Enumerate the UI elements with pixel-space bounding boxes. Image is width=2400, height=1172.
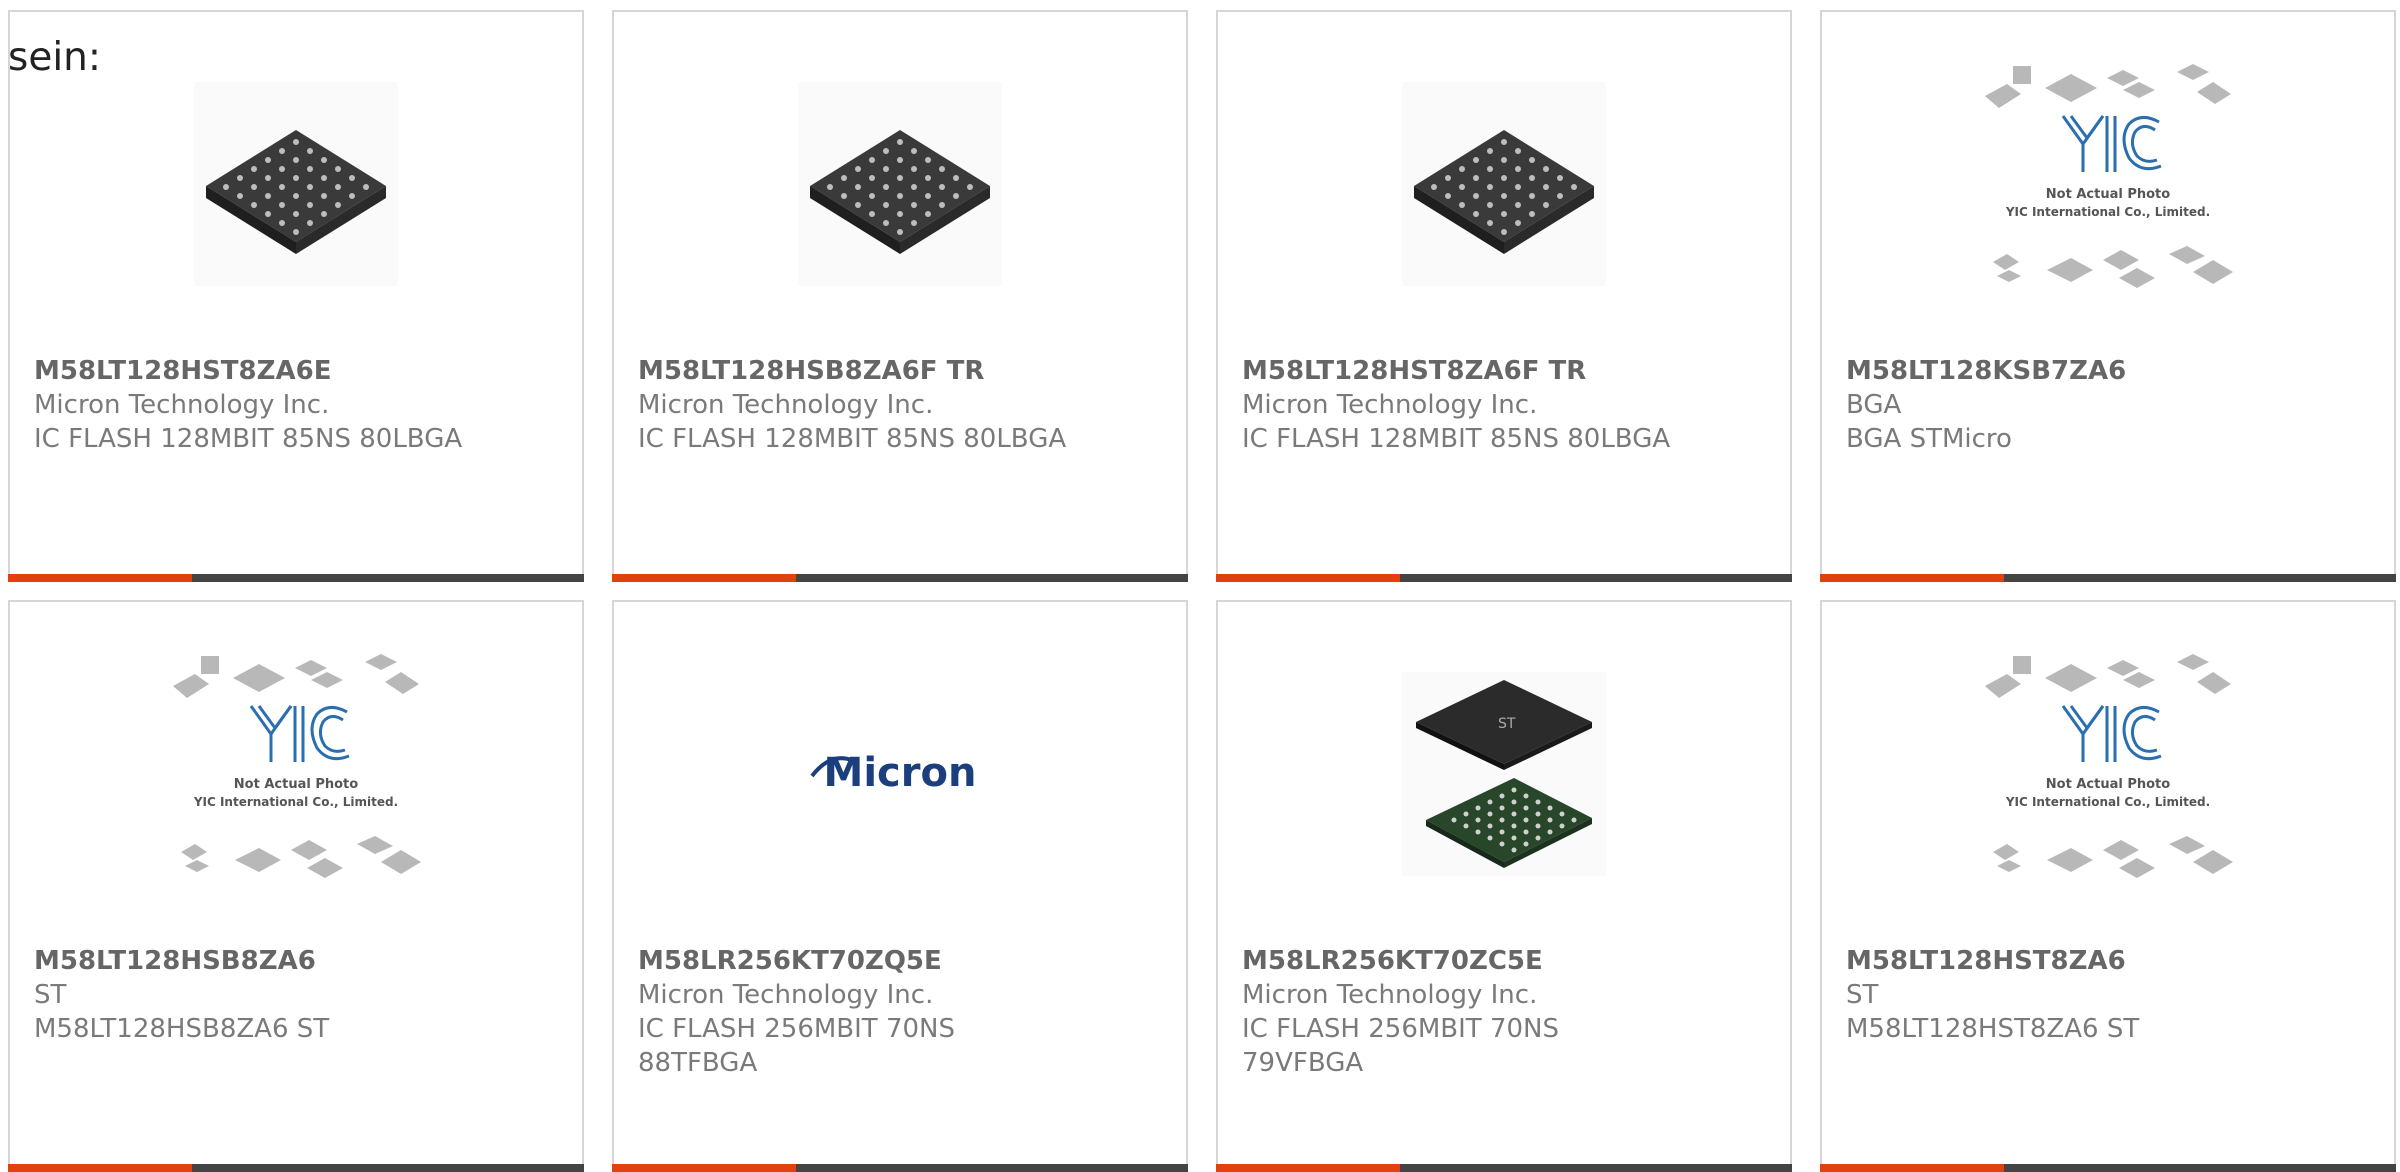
description-line2: 88TFBGA	[638, 1048, 758, 1078]
micron-logo-icon: Micron	[810, 750, 976, 796]
placeholder-company: YIC International Co., Limited.	[193, 795, 398, 809]
card-accent-bar	[8, 1164, 192, 1172]
part-number[interactable]: M58LT128HST8ZA6F TR	[1242, 354, 1670, 388]
product-image[interactable]	[194, 82, 398, 286]
placeholder-caption: Not Actual Photo	[234, 777, 358, 792]
manufacturer: ST	[1846, 980, 1879, 1010]
product-card[interactable]: Not Actual Photo YIC International Co., …	[1820, 10, 2396, 582]
description: IC FLASH 128MBIT 85NS 80LBGA	[1242, 424, 1671, 454]
bga-chip-icon	[1402, 82, 1606, 286]
product-image[interactable]: Not Actual Photo YIC International Co., …	[1973, 64, 2243, 304]
placeholder-caption: Not Actual Photo	[2046, 777, 2170, 792]
manufacturer: Micron Technology Inc.	[638, 390, 934, 420]
bga-chip-icon	[798, 82, 1002, 286]
product-card[interactable]: Micron M58LR256KT70ZQ5E Micron Technolog…	[612, 600, 1188, 1172]
description-line2: 79VFBGA	[1242, 1048, 1364, 1078]
svg-text:ST: ST	[1498, 716, 1516, 732]
product-info: M58LT128HST8ZA6E Micron Technology Inc. …	[34, 354, 462, 456]
description: IC FLASH 128MBIT 85NS 80LBGA	[34, 424, 463, 454]
description: BGA STMicro	[1846, 424, 2012, 454]
product-info: M58LR256KT70ZQ5E Micron Technology Inc. …	[638, 944, 955, 1080]
product-info: M58LT128HSB8ZA6F TR Micron Technology In…	[638, 354, 1066, 456]
manufacturer: Micron Technology Inc.	[1242, 390, 1538, 420]
product-image[interactable]: Micron	[798, 672, 1002, 876]
product-grid: M58LT128HST8ZA6E Micron Technology Inc. …	[0, 0, 2400, 1172]
product-card[interactable]: M58LT128HST8ZA6F TR Micron Technology In…	[1216, 10, 1792, 582]
product-image[interactable]: ST	[1402, 672, 1606, 876]
part-number[interactable]: M58LT128KSB7ZA6	[1846, 354, 2126, 388]
product-info: M58LT128KSB7ZA6 BGA BGA STMicro	[1846, 354, 2126, 456]
product-card[interactable]: M58LT128HST8ZA6E Micron Technology Inc. …	[8, 10, 584, 582]
description: M58LT128HSB8ZA6 ST	[34, 1014, 330, 1044]
description: IC FLASH 128MBIT 85NS 80LBGA	[638, 424, 1067, 454]
product-info: M58LT128HSB8ZA6 ST M58LT128HSB8ZA6 ST	[34, 944, 329, 1046]
card-accent-bar	[1820, 574, 2004, 582]
placeholder-company: YIC International Co., Limited.	[2005, 205, 2210, 219]
card-accent-bar	[8, 574, 192, 582]
card-accent-bar	[1216, 574, 1400, 582]
part-number[interactable]: M58LR256KT70ZC5E	[1242, 944, 1559, 978]
card-accent-bar	[1216, 1164, 1400, 1172]
product-card[interactable]: Not Actual Photo YIC International Co., …	[1820, 600, 2396, 1172]
manufacturer: Micron Technology Inc.	[1242, 980, 1538, 1010]
card-accent-bar	[612, 1164, 796, 1172]
product-card[interactable]: ST M58LR256KT70ZC5E Micron Technology In…	[1216, 600, 1792, 1172]
product-image[interactable]	[798, 82, 1002, 286]
part-number[interactable]: M58LT128HST8ZA6	[1846, 944, 2139, 978]
product-info: M58LT128HST8ZA6 ST M58LT128HST8ZA6 ST	[1846, 944, 2139, 1046]
placeholder-company: YIC International Co., Limited.	[2005, 795, 2210, 809]
manufacturer: ST	[34, 980, 67, 1010]
bga-chip-pair-icon: ST	[1402, 672, 1606, 876]
product-info: M58LR256KT70ZC5E Micron Technology Inc. …	[1242, 944, 1559, 1080]
bga-chip-icon	[194, 82, 398, 286]
product-image[interactable]: Not Actual Photo YIC International Co., …	[1973, 654, 2243, 894]
part-number[interactable]: M58LR256KT70ZQ5E	[638, 944, 955, 978]
manufacturer: Micron Technology Inc.	[34, 390, 330, 420]
part-number[interactable]: M58LT128HSB8ZA6F TR	[638, 354, 1066, 388]
product-card[interactable]: M58LT128HSB8ZA6F TR Micron Technology In…	[612, 10, 1188, 582]
part-number[interactable]: M58LT128HSB8ZA6	[34, 944, 329, 978]
placeholder-caption: Not Actual Photo	[2046, 187, 2170, 202]
manufacturer: BGA	[1846, 390, 1902, 420]
card-accent-bar	[1820, 1164, 2004, 1172]
intro-text: sein:	[8, 35, 102, 80]
product-info: M58LT128HST8ZA6F TR Micron Technology In…	[1242, 354, 1670, 456]
yic-placeholder-icon: Not Actual Photo YIC International Co., …	[1985, 64, 2233, 288]
manufacturer: Micron Technology Inc.	[638, 980, 934, 1010]
description: M58LT128HST8ZA6 ST	[1846, 1014, 2140, 1044]
product-card[interactable]: Not Actual Photo YIC International Co., …	[8, 600, 584, 1172]
product-image[interactable]	[1402, 82, 1606, 286]
description: IC FLASH 256MBIT 70NS	[1242, 1014, 1559, 1044]
card-accent-bar	[612, 574, 796, 582]
part-number[interactable]: M58LT128HST8ZA6E	[34, 354, 462, 388]
product-image[interactable]: Not Actual Photo YIC International Co., …	[161, 654, 431, 894]
description: IC FLASH 256MBIT 70NS	[638, 1014, 955, 1044]
yic-placeholder-icon: Not Actual Photo YIC International Co., …	[1985, 654, 2233, 878]
yic-placeholder-icon: Not Actual Photo YIC International Co., …	[173, 654, 421, 878]
